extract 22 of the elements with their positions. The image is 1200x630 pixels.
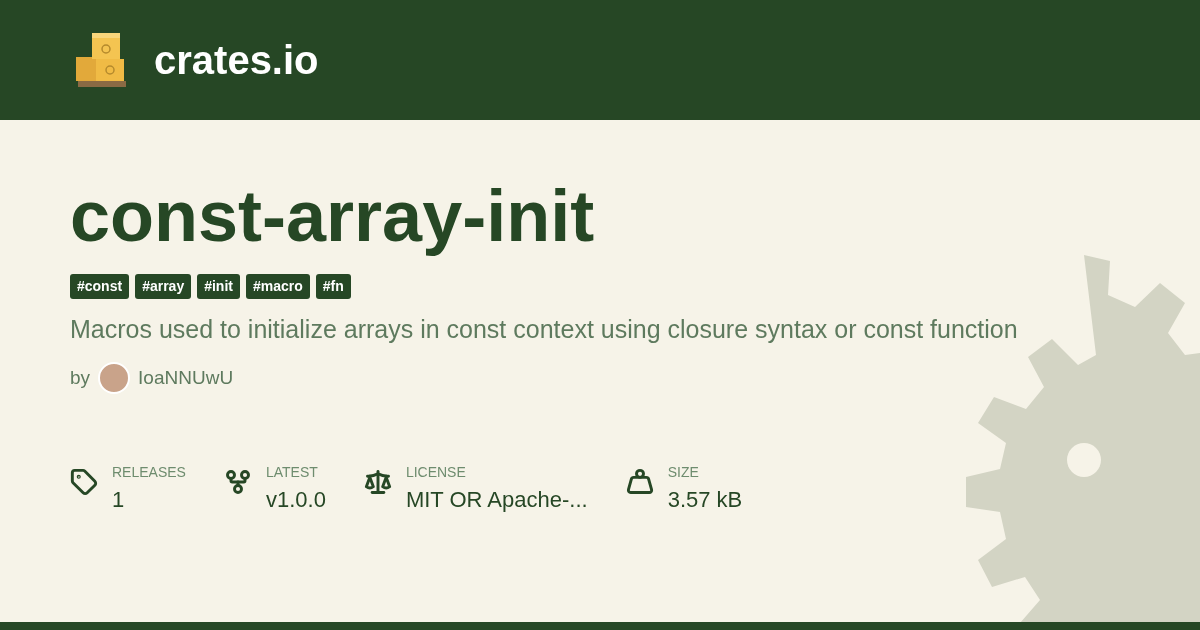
stat-value: MIT OR Apache-...: [405, 486, 588, 514]
weight-icon: [625, 468, 654, 496]
by-label: by: [70, 365, 91, 390]
stat-label: LICENSE: [405, 463, 467, 482]
site-name[interactable]: crates.io: [154, 30, 319, 90]
scales-icon: [363, 468, 392, 496]
tag-icon: [70, 468, 98, 496]
keyword-tag[interactable]: #fn: [315, 274, 351, 299]
stat-label: SIZE: [667, 463, 700, 482]
keyword-tag[interactable]: #const: [70, 274, 130, 299]
branch-icon: [223, 468, 252, 496]
keyword-tag[interactable]: #macro: [245, 274, 310, 299]
author-name[interactable]: IoaNNUwU: [138, 363, 234, 393]
stat-value: 1: [112, 486, 126, 514]
crate-description: Macros used to initialize arrays in const context using closure syntax or const function: [70, 314, 1019, 345]
avatar: [98, 362, 131, 394]
stat-value: v1.0.0: [265, 486, 326, 514]
keyword-tag[interactable]: #array: [135, 274, 192, 299]
stat-label: RELEASES: [112, 463, 186, 482]
stat-value: 3.57 kB: [667, 486, 743, 514]
keyword-tag[interactable]: #init: [197, 274, 240, 299]
stat-label: LATEST: [265, 463, 319, 482]
